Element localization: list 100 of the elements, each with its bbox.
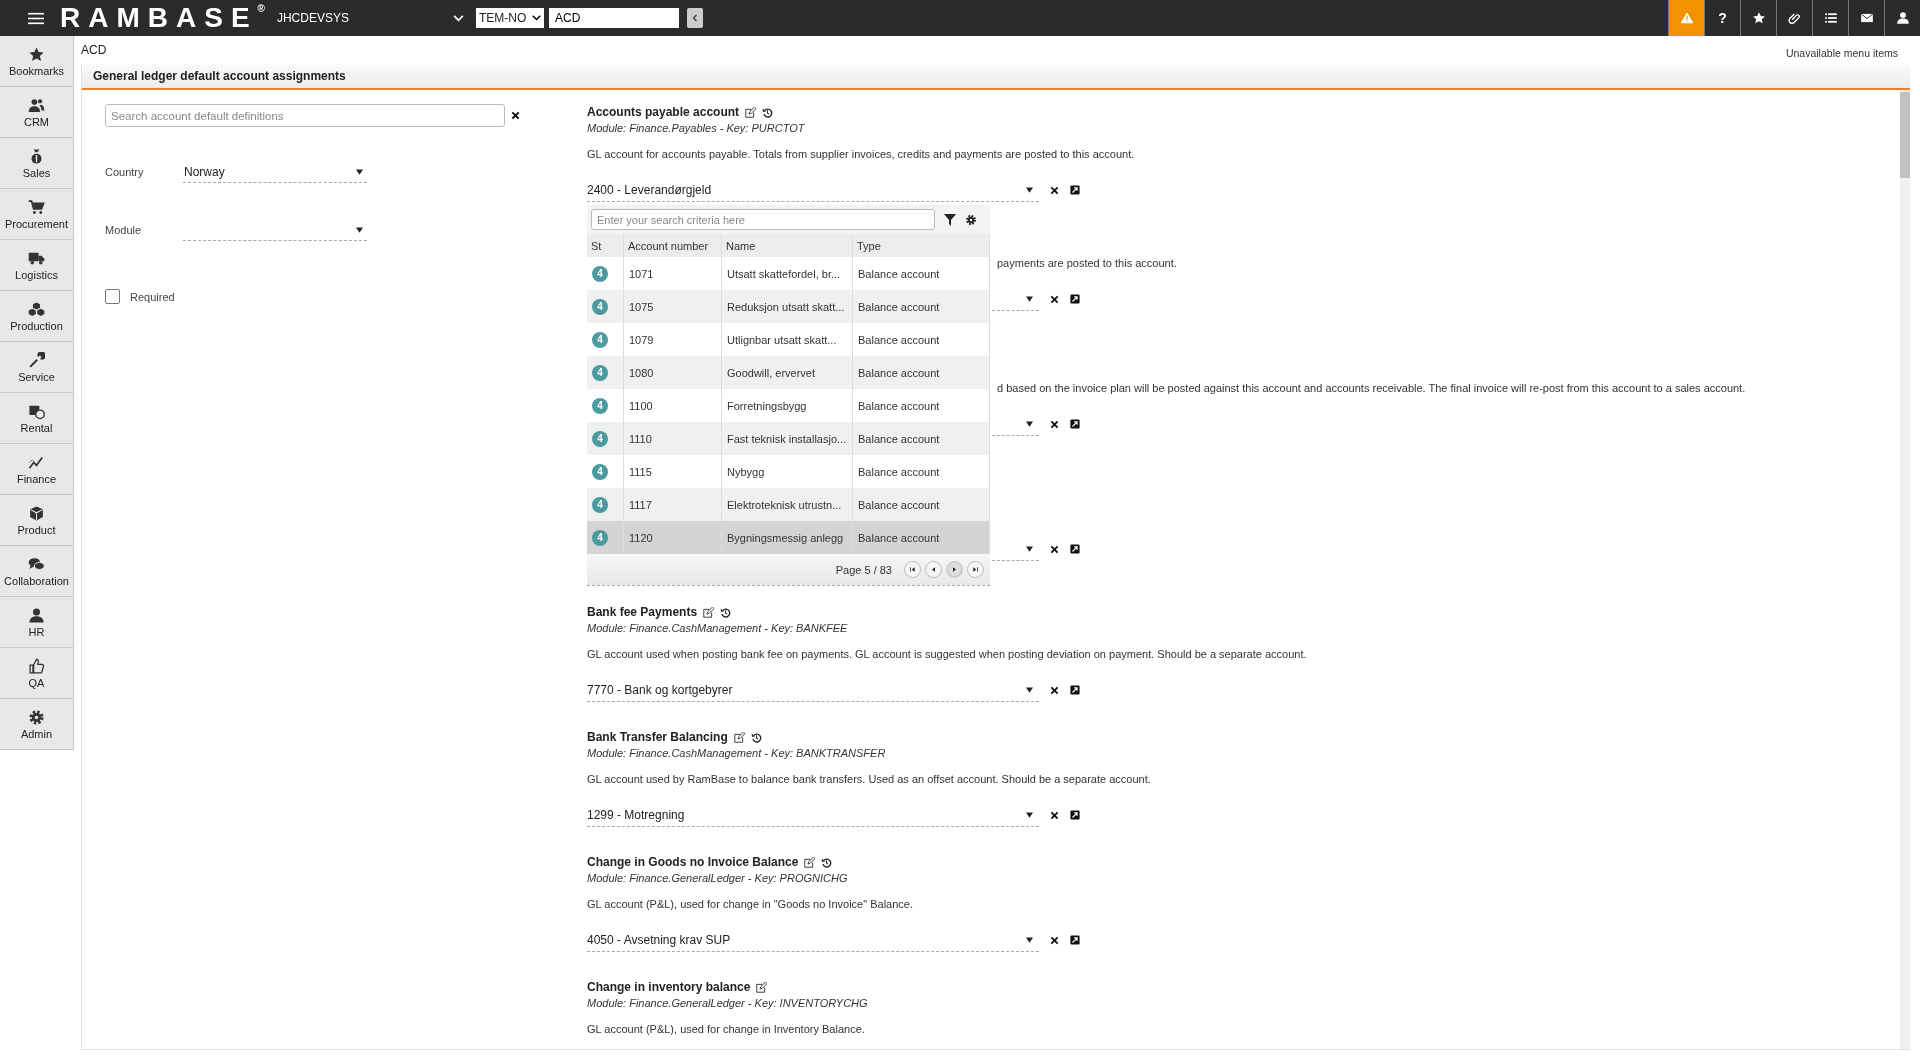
prev-page-button[interactable] xyxy=(925,561,942,578)
open-link-icon[interactable] xyxy=(1070,544,1080,554)
menu-icon[interactable] xyxy=(28,11,44,25)
chevron-icon xyxy=(531,15,541,21)
open-link-icon[interactable] xyxy=(1070,419,1080,429)
section-title: Bank fee Payments xyxy=(587,605,698,619)
description: GL account (P&L), used for change in Inventory Balance. xyxy=(587,1022,866,1037)
reset-icon[interactable] xyxy=(821,856,833,868)
reset-icon[interactable] xyxy=(720,606,732,618)
open-link-icon[interactable] xyxy=(1070,935,1080,945)
clear-icon[interactable] xyxy=(1050,544,1059,554)
sidebar-item[interactable]: QA xyxy=(0,648,74,699)
table-cell: 1075 xyxy=(623,290,722,323)
status-badge: 4 xyxy=(592,430,608,447)
module-key: Module: Finance.GeneralLedger - Key: PROGNICHG xyxy=(587,870,1900,886)
unavailable-menu-link[interactable]: Unavailable menu items xyxy=(1785,47,1898,59)
open-link-icon[interactable] xyxy=(1070,810,1080,820)
last-page-icon xyxy=(971,565,980,574)
table-row[interactable]: 4 1120 Bygningsmessig anlegg Balance account xyxy=(587,521,990,554)
clear-icon[interactable] xyxy=(1050,810,1059,820)
sidebar-item[interactable]: HR xyxy=(0,597,74,648)
settings-icon[interactable] xyxy=(965,213,977,226)
country-dropdown[interactable]: Norway xyxy=(183,161,367,183)
person-icon xyxy=(28,606,45,624)
back-button[interactable] xyxy=(686,8,703,28)
clear-icon[interactable] xyxy=(1050,294,1059,304)
next-page-button[interactable] xyxy=(946,561,963,578)
table-row[interactable]: 4 1075 Reduksjon utsatt skatt... Balance account xyxy=(587,290,990,323)
table-cell: Balance account xyxy=(852,356,990,389)
sidebar-item[interactable]: Bookmarks xyxy=(0,36,74,87)
warning-icon xyxy=(1679,11,1694,25)
cube-icon xyxy=(28,504,45,522)
edit-icon[interactable] xyxy=(756,981,768,993)
column-header[interactable]: St xyxy=(587,234,624,257)
first-page-button[interactable] xyxy=(904,561,921,578)
sidebar-item[interactable]: Collaboration xyxy=(0,546,74,597)
close-icon[interactable] xyxy=(511,111,520,120)
open-link-icon[interactable] xyxy=(1070,685,1080,695)
filter-icon[interactable] xyxy=(944,213,956,226)
reset-icon[interactable] xyxy=(750,731,762,743)
sidebar-item[interactable]: Finance xyxy=(0,444,74,495)
clear-icon[interactable] xyxy=(1050,685,1059,695)
checkbox[interactable] xyxy=(105,289,120,304)
sidebar-item[interactable]: Production xyxy=(0,291,74,342)
section-title: Change in Goods no Invoice Balance xyxy=(587,855,799,869)
clear-icon[interactable] xyxy=(1050,935,1059,945)
sidebar-item[interactable]: Service xyxy=(0,342,74,393)
table-cell: Elektroteknisk utrustn... xyxy=(721,488,853,521)
edit-icon[interactable] xyxy=(703,606,715,618)
table-row[interactable]: 4 1080 Goodwill, ervervet Balance account xyxy=(587,356,990,389)
column-header[interactable]: Name xyxy=(721,234,853,257)
panel-header: General ledger default account assignments xyxy=(82,64,1910,90)
account-dropdown[interactable]: 1299 - Motregning xyxy=(587,803,1039,827)
column-header[interactable]: Type xyxy=(852,234,990,257)
reset-icon[interactable] xyxy=(762,106,774,118)
status-badge: 4 xyxy=(592,496,608,513)
open-link-icon[interactable] xyxy=(1070,294,1080,304)
scrollbar[interactable] xyxy=(1900,90,1910,1049)
account-dropdown[interactable]: 4050 - Avsetning krav SUP xyxy=(587,928,1039,952)
table-row[interactable]: 4 1117 Elektroteknisk utrustn... Balance account xyxy=(587,488,990,521)
caret-icon xyxy=(1026,186,1033,193)
caret-icon xyxy=(1026,936,1033,943)
paperclip-icon xyxy=(1787,11,1802,25)
first-page-icon xyxy=(908,565,917,574)
sidebar-item[interactable]: Sales xyxy=(0,138,74,189)
status-badge: 4 xyxy=(592,331,608,348)
page-indicator: Page 5 / 83 xyxy=(835,563,892,576)
search-field[interactable]: Search account default definitions xyxy=(105,104,505,127)
column-header[interactable]: Account number xyxy=(623,234,722,257)
sidebar-item[interactable]: CRM xyxy=(0,87,74,138)
edit-icon[interactable] xyxy=(745,106,757,118)
last-page-button[interactable] xyxy=(967,561,984,578)
warning-button[interactable] xyxy=(1668,0,1704,36)
edit-icon[interactable] xyxy=(733,731,745,743)
description: GL account used when posting bank fee on payments. GL account is suggested when posting deviation on payment. Should be a separate account. xyxy=(587,647,1308,662)
table-row[interactable]: 4 1110 Fast teknisk installasjo... Balance account xyxy=(587,422,990,455)
chevron-icon[interactable] xyxy=(452,14,464,22)
sidebar-item[interactable]: Logistics xyxy=(0,240,74,291)
next-page-icon xyxy=(950,565,959,574)
search-field[interactable]: Enter your search criteria here xyxy=(591,209,935,230)
sidebar-item[interactable]: Rental xyxy=(0,393,74,444)
clear-icon[interactable] xyxy=(1050,185,1059,195)
program-field[interactable]: ACD xyxy=(548,8,679,28)
sidebar-item[interactable]: Procurement xyxy=(0,189,74,240)
account-dropdown[interactable]: 2400 - Leverandørgjeld xyxy=(587,178,1039,202)
sidebar-item[interactable]: Admin xyxy=(0,699,74,750)
sidebar-item[interactable]: Product xyxy=(0,495,74,546)
section-title: Bank Transfer Balancing xyxy=(587,730,728,744)
table-cell: Fast teknisk installasjo... xyxy=(721,422,853,455)
company-select[interactable]: TEM-NO xyxy=(475,8,544,28)
status-badge: 4 xyxy=(592,397,608,414)
edit-icon[interactable] xyxy=(804,856,816,868)
description: GL account used by RamBase to balance bank transfers. Used as an offset account. Should be a separate account. xyxy=(587,772,1152,787)
open-link-icon[interactable] xyxy=(1070,185,1080,195)
clear-icon[interactable] xyxy=(1050,419,1059,429)
table-cell: Balance account xyxy=(852,290,990,323)
description: d based on the invoice plan will be posted against this account and accounts receivable. The final invoice will re-post from this account to a sales account. xyxy=(997,381,1746,396)
logo: RAMBASE$^{®}$ xyxy=(60,4,265,32)
account-dropdown[interactable]: 7770 - Bank og kortgebyrer xyxy=(587,678,1039,702)
module-key: Module: Finance.GeneralLedger - Key: INVENTORYCHG xyxy=(587,995,1900,1011)
